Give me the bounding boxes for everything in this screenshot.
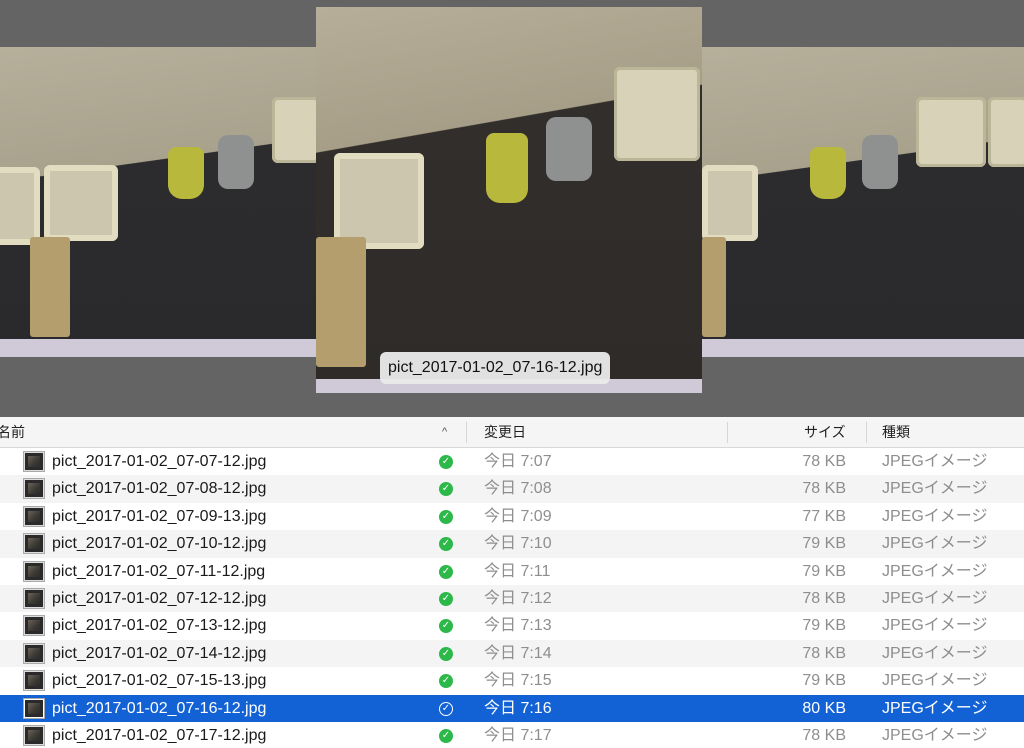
file-name: pict_2017-01-02_07-08-12.jpg — [52, 480, 267, 498]
column-header-date[interactable]: 変更日 — [484, 417, 526, 448]
file-size: 79 KB — [802, 617, 846, 635]
checkmark-circle-icon: ✓ — [439, 674, 453, 689]
image-file-icon — [24, 506, 44, 526]
modified-date: 今日 7:09 — [484, 507, 552, 525]
image-file-icon — [24, 479, 44, 499]
checkmark-circle-icon: ✓ — [439, 591, 453, 606]
file-name: pict_2017-01-02_07-07-12.jpg — [52, 453, 267, 470]
file-rows: pict_2017-01-02_07-07-12.jpg ✓ 今日 7:07 7… — [0, 448, 1024, 748]
column-header-kind[interactable]: 種類 — [882, 417, 910, 448]
image-file-icon — [24, 561, 44, 581]
file-kind: JPEGイメージ — [882, 507, 988, 525]
file-kind: JPEGイメージ — [882, 562, 988, 580]
next-image-preview[interactable] — [702, 47, 1024, 357]
column-divider[interactable] — [727, 422, 728, 443]
image-file-icon — [24, 725, 44, 745]
image-file-icon — [24, 588, 44, 608]
checkmark-circle-icon: ✓ — [439, 646, 453, 661]
checkmark-circle-icon: ✓ — [439, 455, 453, 469]
modified-date: 今日 7:15 — [484, 672, 552, 690]
checkmark-circle-icon: ✓ — [439, 509, 453, 524]
file-row[interactable]: pict_2017-01-02_07-08-12.jpg ✓ 今日 7:08 7… — [0, 475, 1024, 503]
modified-date: 今日 7:07 — [484, 453, 552, 470]
file-size: 80 KB — [802, 699, 846, 717]
column-header-name[interactable]: 名前 — [0, 417, 25, 448]
file-kind: JPEGイメージ — [882, 672, 988, 690]
file-size: 78 KB — [802, 453, 846, 470]
photo-thumbnail — [702, 47, 1024, 357]
file-name: pict_2017-01-02_07-10-12.jpg — [52, 535, 267, 553]
modified-date: 今日 7:17 — [484, 726, 552, 744]
file-name: pict_2017-01-02_07-12-12.jpg — [52, 589, 267, 607]
checkmark-circle-icon: ✓ — [439, 537, 453, 552]
column-header-size[interactable]: サイズ — [804, 417, 846, 448]
photo-thumbnail — [0, 47, 316, 357]
modified-date: 今日 7:08 — [484, 480, 552, 498]
file-row[interactable]: pict_2017-01-02_07-17-12.jpg ✓ 今日 7:17 7… — [0, 722, 1024, 748]
image-file-icon — [24, 643, 44, 663]
modified-date: 今日 7:10 — [484, 535, 552, 553]
file-size: 79 KB — [802, 562, 846, 580]
file-row[interactable]: pict_2017-01-02_07-14-12.jpg ✓ 今日 7:14 7… — [0, 639, 1024, 668]
checkmark-circle-icon: ✓ — [439, 564, 453, 579]
preview-filename-label: pict_2017-01-02_07-16-12.jpg — [380, 352, 611, 384]
image-file-icon — [24, 452, 44, 471]
cover-flow-preview[interactable]: pict_2017-01-02_07-16-12.jpg — [0, 0, 1024, 417]
file-kind: JPEGイメージ — [882, 589, 988, 607]
file-kind: JPEGイメージ — [882, 726, 988, 744]
file-row[interactable]: pict_2017-01-02_07-07-12.jpg ✓ 今日 7:07 7… — [0, 448, 1024, 475]
checkmark-circle-icon: ✓ — [439, 728, 453, 743]
file-size: 78 KB — [802, 480, 846, 498]
image-file-icon — [24, 534, 44, 554]
photo-thumbnail — [316, 7, 702, 393]
file-row[interactable]: pict_2017-01-02_07-10-12.jpg ✓ 今日 7:10 7… — [0, 530, 1024, 558]
modified-date: 今日 7:16 — [484, 699, 552, 717]
column-divider[interactable] — [466, 422, 467, 443]
checkmark-circle-icon: ✓ — [439, 701, 453, 716]
file-row[interactable]: pict_2017-01-02_07-09-13.jpg ✓ 今日 7:09 7… — [0, 503, 1024, 530]
file-row[interactable]: pict_2017-01-02_07-12-12.jpg ✓ 今日 7:12 7… — [0, 584, 1024, 613]
file-list[interactable]: 名前 ^ 変更日 サイズ 種類 pict_2017-01-02_07-07-12… — [0, 417, 1024, 748]
file-kind: JPEGイメージ — [882, 644, 988, 662]
file-size: 78 KB — [802, 726, 846, 744]
file-kind: JPEGイメージ — [882, 453, 988, 470]
current-image-preview[interactable] — [316, 7, 702, 393]
checkmark-circle-icon: ✓ — [439, 482, 453, 497]
modified-date: 今日 7:12 — [484, 589, 552, 607]
file-kind: JPEGイメージ — [882, 699, 988, 717]
checkmark-circle-icon: ✓ — [439, 619, 453, 634]
list-header: 名前 ^ 変更日 サイズ 種類 — [0, 417, 1024, 448]
file-row[interactable]: pict_2017-01-02_07-15-13.jpg ✓ 今日 7:15 7… — [0, 667, 1024, 694]
file-kind: JPEGイメージ — [882, 535, 988, 553]
file-size: 79 KB — [802, 535, 846, 553]
file-kind: JPEGイメージ — [882, 480, 988, 498]
image-file-icon — [24, 671, 44, 691]
file-name: pict_2017-01-02_07-09-13.jpg — [52, 507, 267, 525]
image-file-icon — [24, 616, 44, 636]
file-size: 78 KB — [802, 644, 846, 662]
file-name: pict_2017-01-02_07-13-12.jpg — [52, 617, 267, 635]
image-file-icon — [24, 698, 44, 718]
file-name: pict_2017-01-02_07-11-12.jpg — [52, 562, 266, 580]
file-name: pict_2017-01-02_07-15-13.jpg — [52, 672, 267, 690]
file-name: pict_2017-01-02_07-16-12.jpg — [52, 699, 267, 717]
modified-date: 今日 7:14 — [484, 644, 552, 662]
previous-image-preview[interactable] — [0, 47, 316, 357]
file-size: 79 KB — [802, 672, 846, 690]
file-name: pict_2017-01-02_07-14-12.jpg — [52, 644, 267, 662]
file-row-selected[interactable]: pict_2017-01-02_07-16-12.jpg ✓ 今日 7:16 8… — [0, 694, 1024, 722]
file-size: 78 KB — [802, 589, 846, 607]
file-kind: JPEGイメージ — [882, 617, 988, 635]
column-divider[interactable] — [866, 422, 867, 443]
file-row[interactable]: pict_2017-01-02_07-11-12.jpg ✓ 今日 7:11 7… — [0, 558, 1024, 585]
modified-date: 今日 7:13 — [484, 617, 552, 635]
file-name: pict_2017-01-02_07-17-12.jpg — [52, 726, 267, 744]
modified-date: 今日 7:11 — [484, 562, 551, 580]
file-row[interactable]: pict_2017-01-02_07-13-12.jpg ✓ 今日 7:13 7… — [0, 612, 1024, 639]
file-size: 77 KB — [802, 507, 846, 525]
sort-ascending-icon[interactable]: ^ — [442, 417, 447, 448]
